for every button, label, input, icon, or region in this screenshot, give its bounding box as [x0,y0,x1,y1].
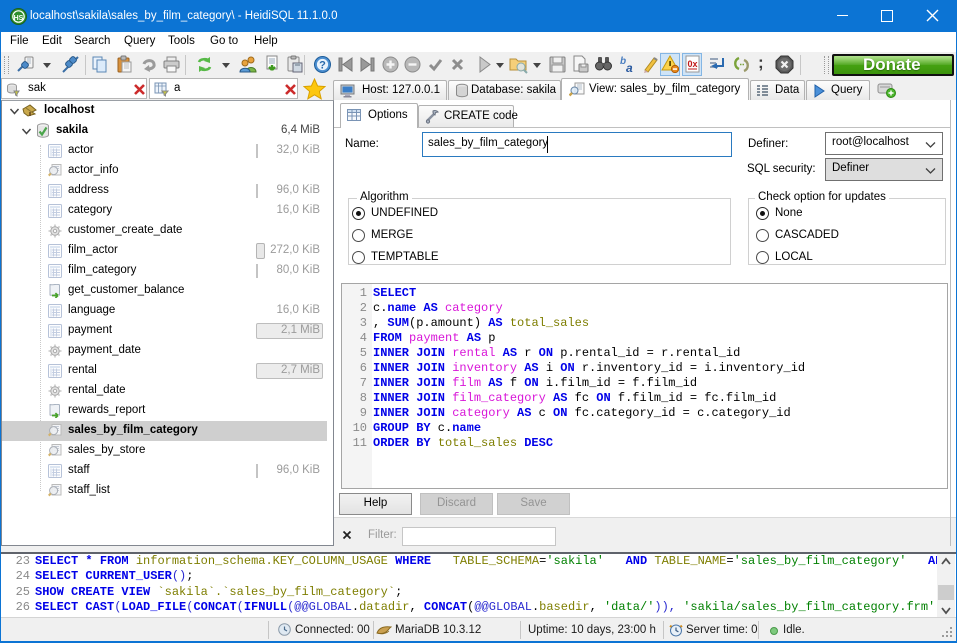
svg-text:0x: 0x [687,59,697,69]
svg-text:?: ? [319,60,326,72]
svg-text:a: a [626,61,633,74]
svg-text:HS: HS [14,15,24,22]
